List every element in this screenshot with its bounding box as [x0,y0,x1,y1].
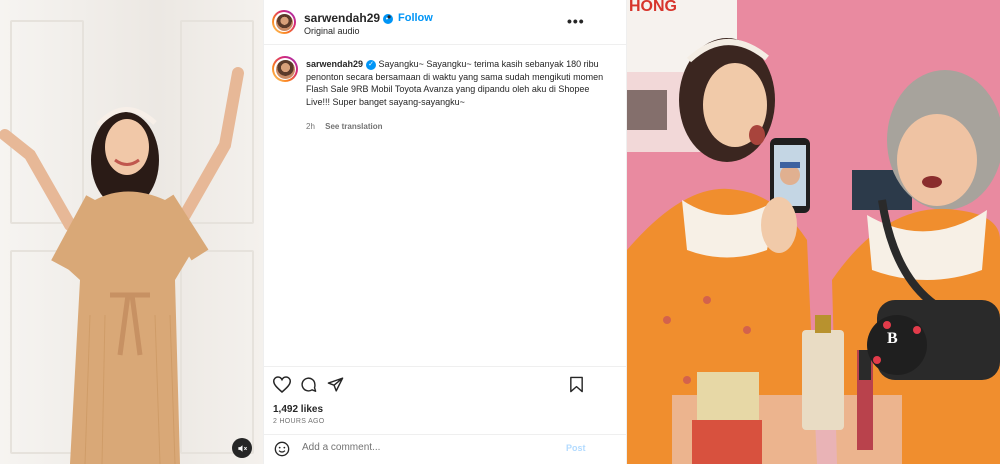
see-translation-link[interactable]: See translation [325,122,382,131]
separator: • [387,10,392,24]
likes-count[interactable]: 1,492 likes [273,404,323,415]
emoji-icon[interactable] [274,441,290,457]
mute-icon [237,444,247,452]
heart-icon[interactable] [273,376,291,393]
post-panel: sarwendah29 ✓ • Follow Original audio •••… [263,0,627,464]
bookmark-icon[interactable] [569,376,584,393]
more-options-button[interactable]: ••• [567,13,585,29]
author-username[interactable]: sarwendah29 ✓ [304,11,394,25]
mute-button[interactable] [232,438,252,458]
right-video-panel[interactable]: HONG B [627,0,1000,464]
bag-logo: B [887,330,898,347]
send-icon[interactable] [327,376,344,393]
follow-button[interactable]: Follow [398,12,433,24]
caption: sarwendah29 ✓ Sayangku~ Sayangku~ terima … [306,58,606,108]
audio-label[interactable]: Original audio [304,26,360,36]
comment-icon[interactable] [300,376,317,393]
post-comment-button[interactable]: Post [566,443,586,453]
woman-figure [0,67,244,464]
caption-time[interactable]: 2h [306,122,315,131]
left-video-panel[interactable] [0,0,263,464]
caption-meta: 2h See translation [306,122,383,131]
caption-username[interactable]: sarwendah29 [306,59,363,69]
live-stream-scene [627,38,1000,464]
timestamp[interactable]: 2 HOURS AGO [273,418,325,425]
caption-avatar[interactable] [272,56,298,82]
author-avatar[interactable] [272,10,296,34]
username-text[interactable]: sarwendah29 [304,11,380,25]
verified-icon: ✓ [366,59,377,70]
comment-input[interactable] [300,441,554,454]
